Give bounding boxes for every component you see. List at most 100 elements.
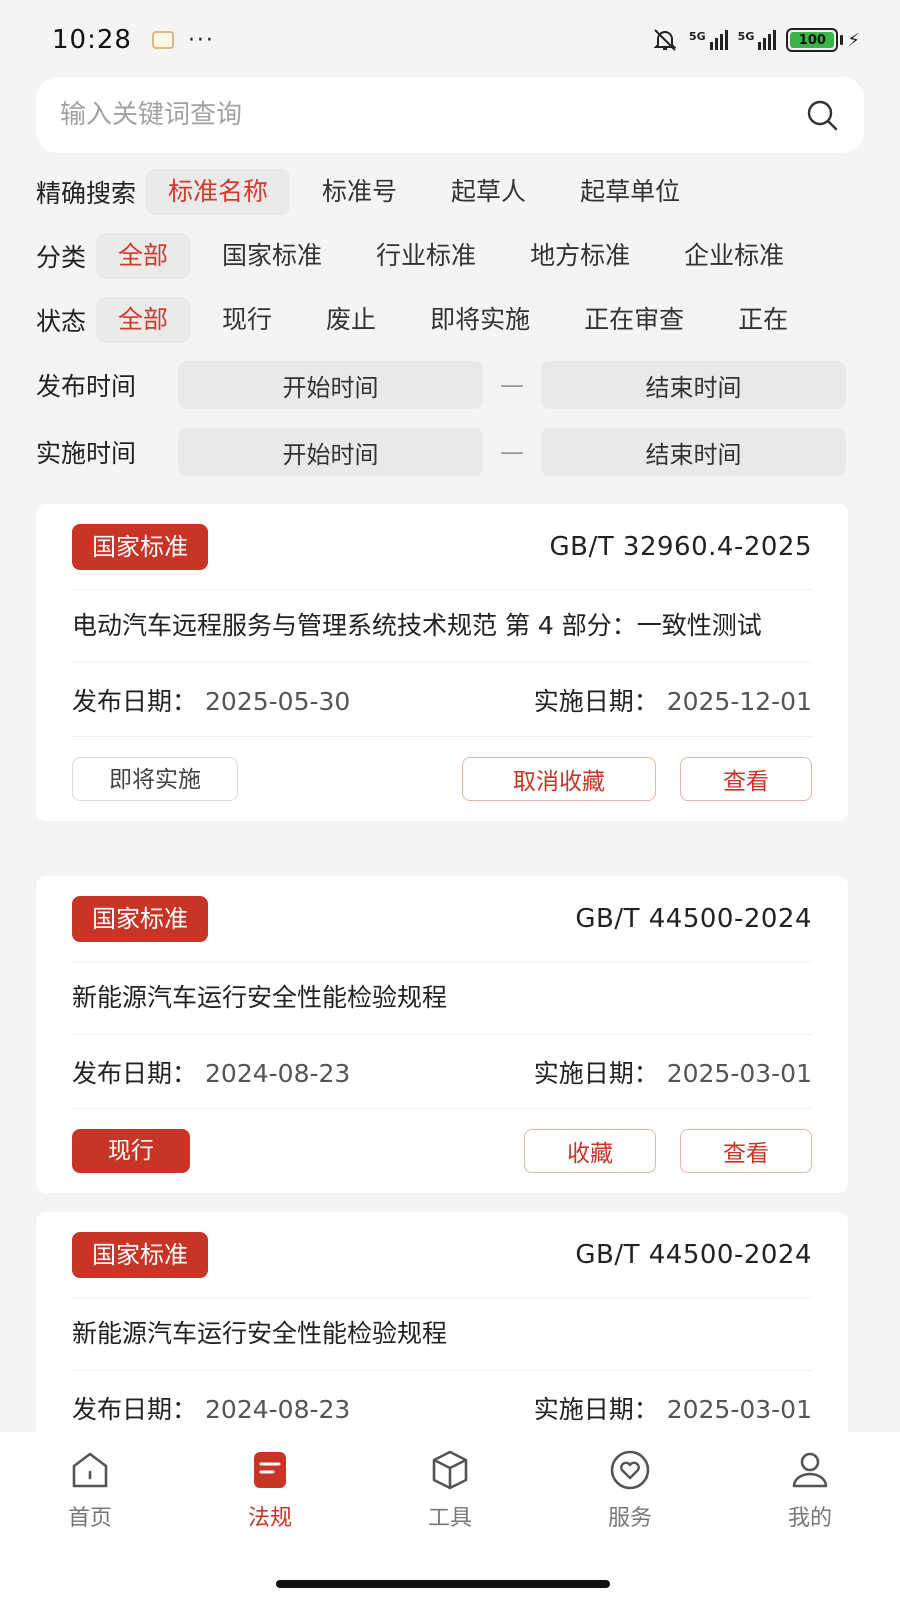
search-bar	[36, 77, 864, 153]
exact-search-filter: 精确搜索 标准名称 标准号 起草人 起草单位	[36, 169, 900, 215]
publish-start-date-field[interactable]: 开始时间	[178, 361, 483, 409]
publish-date-label: 发布日期：	[72, 1058, 198, 1088]
charging-icon: ⚡	[847, 29, 860, 51]
standard-title: 新能源汽车运行安全性能检验规程	[72, 1298, 812, 1371]
nav-tools-label: 工具	[427, 1506, 472, 1531]
implement-date: 实施日期： 2025-03-01	[534, 1054, 812, 1090]
exact-search-label: 精确搜索	[36, 179, 137, 208]
chip-enterprise-standard[interactable]: 企业标准	[662, 233, 806, 279]
nav-regulations-label: 法规	[247, 1506, 292, 1531]
battery-icon: 100 ⚡	[786, 28, 860, 52]
chip-status-under-review[interactable]: 正在审查	[562, 297, 706, 343]
status-badge: 即将实施	[72, 757, 238, 801]
chip-standard-name[interactable]: 标准名称	[146, 169, 291, 215]
home-indicator[interactable]	[276, 1580, 610, 1588]
publish-date-label: 发布日期：	[72, 686, 198, 716]
search-icon[interactable]	[804, 97, 840, 133]
status-badge: 现行	[72, 1129, 190, 1173]
implement-start-date-field[interactable]: 开始时间	[178, 428, 483, 476]
status-indicators: 5G 5G 100 ⚡	[651, 26, 860, 54]
box-icon	[432, 1450, 468, 1490]
signal-icon: 5G	[689, 30, 728, 50]
chip-national-standard[interactable]: 国家标准	[200, 233, 344, 279]
publish-date: 发布日期： 2025-05-30	[72, 682, 350, 718]
notification-app-icon	[151, 31, 174, 49]
publish-date-value: 2025-05-30	[205, 686, 351, 716]
user-icon	[792, 1452, 828, 1488]
status-time: 10:28	[52, 25, 132, 55]
publish-date-label: 发布日期：	[72, 1394, 198, 1424]
signal-type-label: 5G	[688, 30, 706, 43]
nav-regulations[interactable]: 法规	[180, 1446, 360, 1542]
nav-profile-label: 我的	[787, 1506, 832, 1531]
implement-date: 实施日期： 2025-12-01	[534, 682, 812, 718]
chip-drafting-unit[interactable]: 起草单位	[558, 169, 702, 215]
view-button[interactable]: 查看	[680, 757, 812, 801]
implement-date-value: 2025-03-01	[666, 1394, 812, 1424]
publish-date: 发布日期： 2024-08-23	[72, 1390, 350, 1426]
standard-type-badge: 国家标准	[72, 1231, 208, 1278]
publish-time-filter: 发布时间 开始时间 — 结束时间	[36, 361, 864, 409]
implement-time-filter: 实施时间 开始时间 — 结束时间	[36, 428, 864, 476]
battery-level: 100	[790, 32, 835, 48]
standard-type-badge: 国家标准	[72, 895, 208, 942]
implement-time-label: 实施时间	[36, 439, 137, 468]
implement-date: 实施日期： 2025-03-01	[534, 1390, 812, 1426]
view-button[interactable]: 查看	[680, 1129, 812, 1173]
more-notifications-icon: ···	[187, 27, 215, 53]
date-separator: —	[500, 438, 524, 466]
nav-home-label: 首页	[67, 1506, 112, 1531]
implement-date-label: 实施日期：	[533, 1394, 659, 1424]
favorite-button[interactable]: 收藏	[524, 1129, 656, 1173]
silent-bell-icon	[653, 29, 677, 51]
chip-local-standard[interactable]: 地方标准	[508, 233, 652, 279]
standard-card[interactable]: 国家标准 GB/T 44500-2024 新能源汽车运行安全性能检验规程 发布日…	[36, 876, 848, 1193]
chip-category-all[interactable]: 全部	[96, 233, 191, 279]
heart-icon	[610, 1450, 650, 1490]
chip-status-all[interactable]: 全部	[96, 297, 191, 343]
standard-number: GB/T 32960.4-2025	[549, 531, 812, 562]
implement-date-value: 2025-12-01	[666, 686, 812, 716]
bottom-navigation: 首页 法规 工具 服务 我的	[0, 1432, 900, 1600]
implement-date-label: 实施日期：	[533, 1058, 659, 1088]
status-bar: 10:28 ··· 5G 5G 100 ⚡	[0, 0, 900, 80]
category-filter: 分类 全部 国家标准 行业标准 地方标准 企业标准	[36, 233, 900, 279]
chip-drafter[interactable]: 起草人	[429, 169, 548, 215]
publish-date-value: 2024-08-23	[205, 1058, 351, 1088]
chip-status-abolished[interactable]: 废止	[304, 297, 398, 343]
nav-profile[interactable]: 我的	[720, 1446, 900, 1542]
search-input[interactable]	[60, 100, 804, 130]
chip-status-more[interactable]: 正在	[716, 297, 810, 343]
chip-status-upcoming[interactable]: 即将实施	[408, 297, 552, 343]
nav-services-label: 服务	[607, 1506, 652, 1531]
nav-home[interactable]: 首页	[0, 1446, 180, 1542]
category-label: 分类	[36, 243, 87, 272]
status-filter: 状态 全部 现行 废止 即将实施 正在审查 正在	[36, 297, 900, 343]
standard-number: GB/T 44500-2024	[575, 903, 812, 934]
standard-card[interactable]: 国家标准 GB/T 44500-2024 新能源汽车运行安全性能检验规程 发布日…	[36, 1212, 848, 1452]
nav-services[interactable]: 服务	[540, 1446, 720, 1542]
standard-title: 新能源汽车运行安全性能检验规程	[72, 962, 812, 1035]
signal-icon-2: 5G	[738, 30, 777, 50]
implement-date-label: 实施日期：	[533, 686, 659, 716]
signal-type-label-2: 5G	[737, 30, 755, 43]
standard-title: 电动汽车远程服务与管理系统技术规范 第 4 部分：一致性测试	[72, 590, 812, 663]
publish-date-value: 2024-08-23	[205, 1394, 351, 1424]
publish-time-label: 发布时间	[36, 372, 137, 401]
unfavorite-button[interactable]: 取消收藏	[462, 757, 656, 801]
implement-end-date-field[interactable]: 结束时间	[541, 428, 846, 476]
implement-date-value: 2025-03-01	[666, 1058, 812, 1088]
home-icon	[72, 1452, 108, 1488]
standard-number: GB/T 44500-2024	[575, 1239, 812, 1270]
publish-end-date-field[interactable]: 结束时间	[541, 361, 846, 409]
date-separator: —	[500, 371, 524, 399]
standard-type-badge: 国家标准	[72, 523, 208, 570]
status-label: 状态	[36, 307, 87, 336]
nav-tools[interactable]: 工具	[360, 1446, 540, 1542]
chip-industry-standard[interactable]: 行业标准	[354, 233, 498, 279]
chip-status-current[interactable]: 现行	[200, 297, 294, 343]
chip-standard-number[interactable]: 标准号	[300, 169, 419, 215]
standard-card[interactable]: 国家标准 GB/T 32960.4-2025 电动汽车远程服务与管理系统技术规范…	[36, 504, 848, 821]
regulations-icon	[254, 1452, 286, 1488]
publish-date: 发布日期： 2024-08-23	[72, 1054, 350, 1090]
